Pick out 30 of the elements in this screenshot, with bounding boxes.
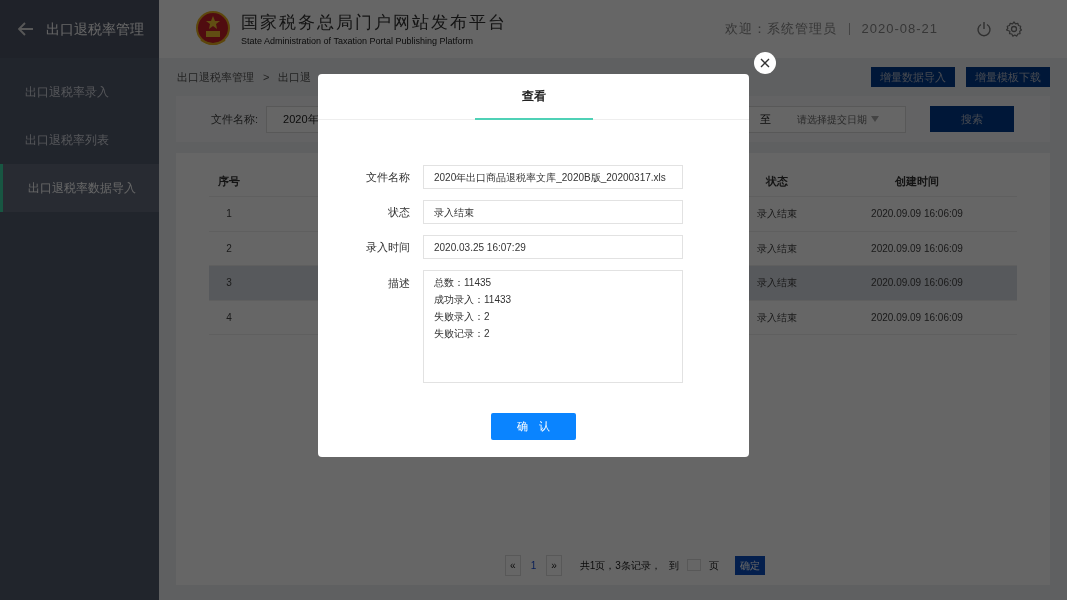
site-subtitle: State Administration of Taxation Portal Publishing Platform bbox=[241, 35, 474, 48]
table-cell-text: 2020.09.09 16:06:09 bbox=[870, 310, 964, 325]
goto-label: 到 bbox=[668, 558, 679, 573]
filter-label: 文件名称: bbox=[211, 111, 259, 127]
field-label: 录入时间 bbox=[365, 239, 411, 255]
description-line: 失败记录：2 bbox=[434, 327, 491, 341]
table-cell-text: 1 bbox=[225, 207, 233, 222]
table-cell-text: 录入结束 bbox=[756, 207, 798, 222]
table-cell-text: 2 bbox=[225, 241, 233, 256]
table-cell-text: 2020.09.09 16:06:09 bbox=[870, 241, 964, 256]
description-line: 失败录入：2 bbox=[434, 310, 491, 324]
table-cell-text: 录入结束 bbox=[756, 310, 798, 325]
column-header: 序号 bbox=[217, 174, 241, 190]
site-title: 国家税务总局门户网站发布平台 bbox=[241, 11, 507, 34]
column-header: 创建时间 bbox=[894, 174, 940, 190]
table-cell-text: 录入结束 bbox=[756, 241, 798, 256]
page-unit: 页 bbox=[708, 558, 719, 573]
breadcrumb-separator: > bbox=[263, 69, 270, 85]
table-cell-text: 2020.09.09 16:06:09 bbox=[870, 207, 964, 222]
range-separator: 至 bbox=[760, 111, 771, 127]
table-cell-text: 2020.09.09 16:06:09 bbox=[870, 276, 964, 291]
column-header: 状态 bbox=[764, 174, 789, 190]
description-line: 总数：11435 bbox=[434, 276, 493, 290]
table-cell-text: 3 bbox=[225, 276, 233, 291]
description-line: 成功录入：11433 bbox=[434, 293, 513, 307]
table-cell-text: 4 bbox=[225, 310, 233, 325]
field-label: 状态 bbox=[387, 204, 411, 220]
field-label: 描述 bbox=[387, 276, 411, 291]
field-label: 文件名称 bbox=[365, 169, 411, 185]
pagination-summary: 共1页，3条记录， bbox=[579, 558, 661, 573]
